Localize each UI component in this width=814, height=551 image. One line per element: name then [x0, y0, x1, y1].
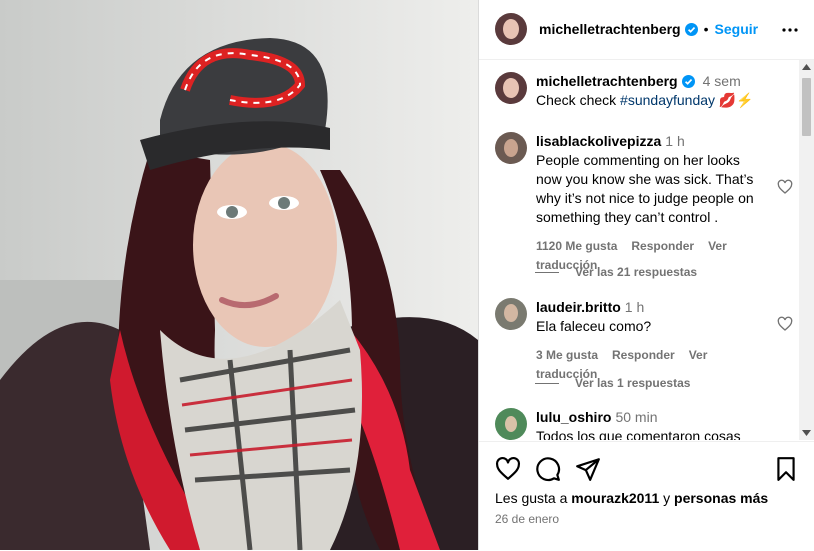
likes-mid: y: [659, 490, 675, 506]
comment-time[interactable]: 50 min: [615, 409, 657, 425]
author-username[interactable]: michelletrachtenberg: [539, 21, 681, 37]
share-icon[interactable]: [575, 456, 601, 482]
selfie-image: [0, 0, 478, 550]
commenter-username[interactable]: lisablackolivepizza: [536, 133, 661, 149]
follow-button[interactable]: Seguir: [715, 21, 759, 37]
view-replies-label[interactable]: Ver las 1 respuestas: [575, 376, 690, 390]
comment-heart-icon[interactable]: [777, 316, 793, 332]
comment-item: laudeir.britto 1 h Ela faleceu como? 3 Me…: [495, 298, 793, 384]
caption-emoji: 💋⚡: [718, 92, 754, 108]
post-header: michelletrachtenberg • Seguir: [479, 0, 814, 60]
post-date[interactable]: 26 de enero: [495, 512, 559, 526]
comments-scrollbar[interactable]: [799, 60, 814, 440]
heart-icon[interactable]: [495, 456, 521, 482]
reply-button[interactable]: Responder: [612, 348, 675, 362]
scrollbar-thumb[interactable]: [802, 78, 811, 136]
caption-avatar[interactable]: [495, 72, 527, 104]
caption-username[interactable]: michelletrachtenberg: [536, 73, 678, 89]
bookmark-icon[interactable]: [773, 456, 799, 482]
caption-text: Check check: [536, 92, 621, 108]
separator-dot: •: [703, 21, 709, 37]
replies-line: [535, 383, 559, 385]
commenter-avatar[interactable]: [495, 132, 527, 164]
caption-hashtag[interactable]: #sundayfunday: [620, 92, 715, 108]
comment-likes[interactable]: 3 Me gusta: [536, 348, 598, 362]
author-avatar[interactable]: [495, 13, 527, 45]
reply-button[interactable]: Responder: [631, 239, 694, 253]
comment-item: lulu_oshiro 50 min Todos los que comentar…: [495, 408, 785, 440]
comment-item: lisablackolivepizza 1 h People commenting…: [495, 132, 793, 275]
comment-text: People commenting on her looks now you k…: [536, 152, 754, 225]
verified-badge-icon: [684, 23, 698, 36]
commenter-username[interactable]: laudeir.britto: [536, 299, 621, 315]
comment-likes[interactable]: 1120 Me gusta: [536, 239, 617, 253]
likes-prefix: Les gusta a: [495, 490, 572, 506]
scroll-up-icon[interactable]: [802, 64, 811, 70]
commenter-username[interactable]: lulu_oshiro: [536, 409, 611, 425]
view-replies[interactable]: Ver las 21 respuestas: [535, 265, 697, 279]
liked-by-user[interactable]: mourazk2011: [571, 490, 659, 506]
commenter-avatar[interactable]: [495, 408, 527, 440]
commenter-avatar[interactable]: [495, 298, 527, 330]
verified-badge-icon: [681, 75, 695, 88]
comments-list[interactable]: michelletrachtenberg 4 sem Check check #s…: [479, 60, 799, 440]
scroll-down-icon[interactable]: [802, 430, 811, 436]
likes-others-link[interactable]: personas más: [674, 490, 768, 506]
comment-text: Todos los que comentaron cosas: [536, 428, 741, 440]
post-side-panel: michelletrachtenberg • Seguir michelletrac…: [478, 0, 814, 550]
post-actions: Les gusta a mourazk2011 y personas más 2…: [479, 441, 814, 551]
comment-text: Ela faleceu como?: [536, 318, 652, 334]
more-icon[interactable]: [782, 22, 798, 38]
comment-heart-icon[interactable]: [777, 179, 793, 195]
caption-time[interactable]: 4 sem: [703, 73, 741, 89]
likes-summary: Les gusta a mourazk2011 y personas más: [495, 490, 768, 506]
view-replies-label[interactable]: Ver las 21 respuestas: [575, 265, 697, 279]
post-photo[interactable]: [0, 0, 478, 550]
comment-time[interactable]: 1 h: [665, 133, 684, 149]
comment-time[interactable]: 1 h: [625, 299, 644, 315]
comment-icon[interactable]: [535, 456, 561, 482]
replies-line: [535, 272, 559, 274]
caption: michelletrachtenberg 4 sem Check check #s…: [495, 72, 785, 110]
view-replies[interactable]: Ver las 1 respuestas: [535, 376, 690, 390]
